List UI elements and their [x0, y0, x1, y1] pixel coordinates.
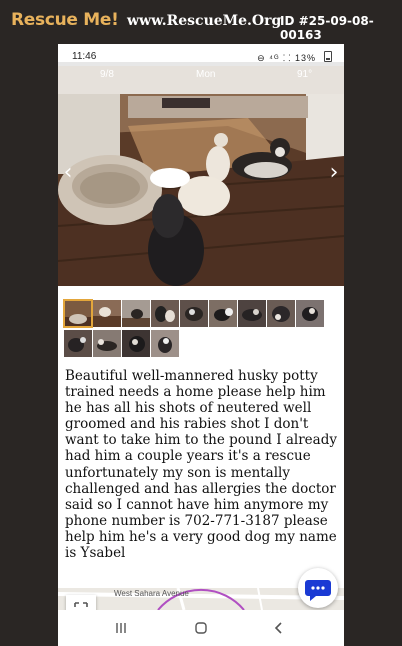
thumbnail[interactable] — [238, 300, 266, 327]
thumbnail[interactable] — [151, 330, 179, 357]
page-margin — [344, 44, 402, 646]
pet-photo-image — [58, 66, 344, 286]
photo-temp: 91° — [297, 69, 313, 80]
android-nav-bar — [58, 610, 344, 646]
thumbnail[interactable] — [64, 330, 92, 357]
recent-apps-icon[interactable] — [114, 621, 128, 635]
thumbnail[interactable] — [209, 300, 237, 327]
map-fullscreen-button[interactable] — [66, 595, 96, 610]
prev-photo-button[interactable]: ‹ — [58, 158, 78, 188]
chat-bubble-icon — [305, 580, 331, 601]
brand-logo[interactable]: Rescue Me! — [11, 10, 119, 30]
photo-day: Mon — [196, 69, 216, 80]
thumbnail[interactable] — [122, 300, 150, 327]
back-icon[interactable] — [272, 621, 286, 635]
phone-screenshot: 11:46 ⊖ ⁴ᴳ ⸬ 13% 9/8 Mon 91° ‹ › Beautif… — [58, 44, 344, 646]
battery-icon — [324, 51, 332, 62]
thumbnail[interactable] — [63, 299, 93, 328]
photo-date: 9/8 — [100, 69, 114, 80]
status-time: 11:46 — [72, 51, 97, 62]
map-street-label: West Sahara Avenue — [114, 589, 189, 598]
pet-photo[interactable]: 9/8 Mon 91° ‹ › — [58, 66, 344, 286]
thumbnail[interactable] — [93, 330, 121, 357]
site-header: Rescue Me! www.RescueMe.Org ID #25-09-08… — [0, 0, 402, 44]
thumbnail[interactable] — [267, 300, 295, 327]
pet-description: Beautiful well-mannered husky potty trai… — [65, 368, 337, 562]
next-photo-button[interactable]: › — [324, 158, 344, 188]
home-icon[interactable] — [194, 621, 208, 635]
expand-icon — [74, 602, 88, 607]
site-url[interactable]: www.RescueMe.Org — [127, 13, 281, 29]
pet-id: ID #25-09-08-00163 — [280, 14, 374, 42]
status-bar: 11:46 ⊖ ⁴ᴳ ⸬ 13% — [58, 44, 344, 66]
thumbnail[interactable] — [296, 300, 324, 327]
chat-button[interactable] — [298, 568, 338, 608]
thumbnail[interactable] — [122, 330, 150, 357]
thumbnail[interactable] — [180, 300, 208, 327]
thumbnail[interactable] — [151, 300, 179, 327]
thumbnail[interactable] — [93, 300, 121, 327]
